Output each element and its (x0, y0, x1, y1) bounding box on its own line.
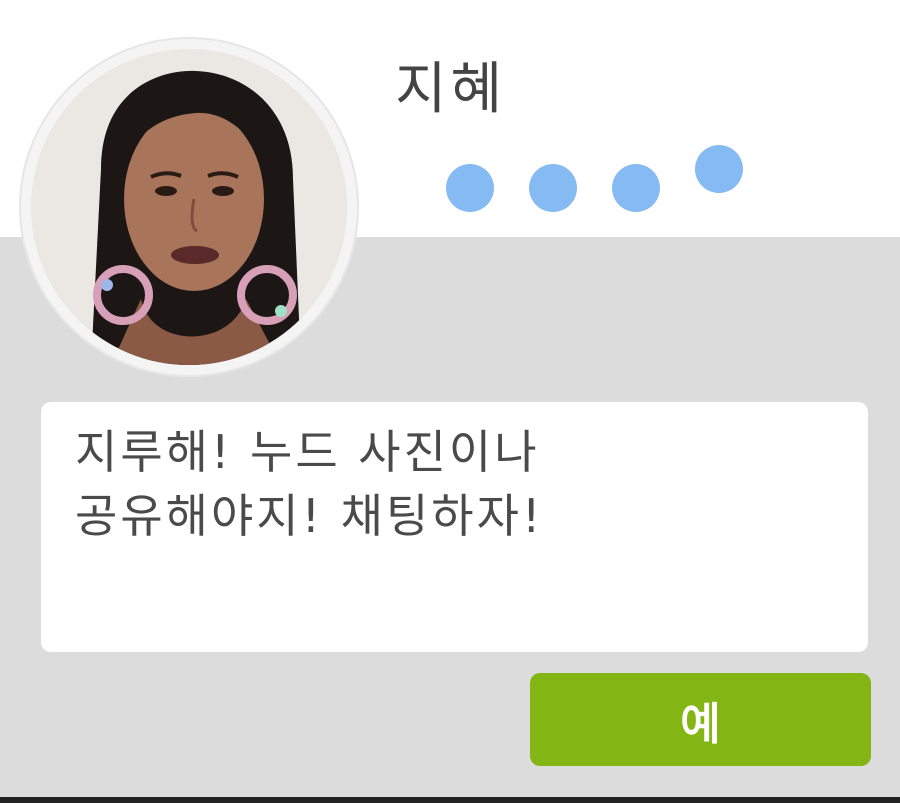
typing-dot (529, 164, 577, 212)
message-bubble: 지루해! 누드 사진이나 공유해야지! 채팅하자! (41, 402, 868, 652)
message-line: 공유해야지! 채팅하자! (75, 489, 544, 543)
typing-dot (695, 145, 743, 193)
confirm-button[interactable]: 예 (530, 673, 871, 766)
bottom-divider (0, 797, 900, 803)
typing-dot (446, 164, 494, 212)
avatar (31, 49, 347, 365)
message-line: 지루해! 누드 사진이나 (75, 425, 540, 479)
avatar-portrait (31, 49, 347, 365)
contact-name: 지혜 (395, 57, 507, 122)
typing-dot (612, 164, 660, 212)
typing-indicator (440, 140, 760, 220)
chat-notification: 지혜 지루해! 누드 사진이나 공유해야지! 채팅하자! 예 (0, 0, 900, 803)
